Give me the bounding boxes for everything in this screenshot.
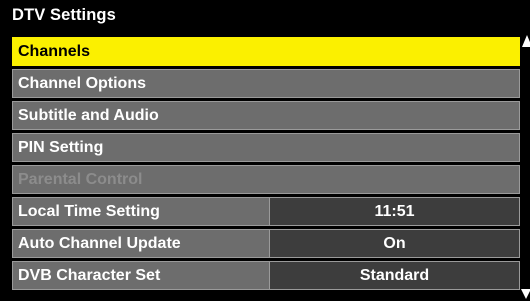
menu-item-dvb-character-set[interactable]: DVB Character Set Standard — [12, 261, 520, 290]
menu-item-label: Channels — [18, 43, 91, 60]
menu-item-auto-channel-update[interactable]: Auto Channel Update On — [12, 229, 520, 258]
dvb-character-set-value: Standard — [269, 262, 519, 289]
triangle-up-icon[interactable] — [522, 35, 530, 47]
triangle-down-icon[interactable] — [521, 289, 530, 299]
menu-item-label: Auto Channel Update — [18, 235, 181, 252]
auto-channel-update-value: On — [269, 230, 519, 257]
menu-item-parental-control: Parental Control — [12, 165, 520, 194]
menu-item-label: PIN Setting — [18, 139, 104, 156]
menu-item-pin-setting[interactable]: PIN Setting — [12, 133, 520, 162]
menu-item-channels[interactable]: Channels — [12, 37, 520, 66]
menu-item-label: Local Time Setting — [18, 203, 160, 220]
menu-item-local-time-setting[interactable]: Local Time Setting 11:51 — [12, 197, 520, 226]
menu-item-subtitle-and-audio[interactable]: Subtitle and Audio — [12, 101, 520, 130]
menu-item-label: Subtitle and Audio — [18, 107, 159, 124]
menu-item-label: Channel Options — [18, 75, 146, 92]
dtv-settings-menu: DTV Settings Channels Channel Options Su… — [0, 0, 530, 301]
menu-item-label: Parental Control — [18, 171, 143, 188]
menu-item-channel-options[interactable]: Channel Options — [12, 69, 520, 98]
menu-title: DTV Settings — [12, 6, 116, 24]
local-time-value: 11:51 — [269, 198, 519, 225]
menu-item-label: DVB Character Set — [18, 267, 161, 284]
